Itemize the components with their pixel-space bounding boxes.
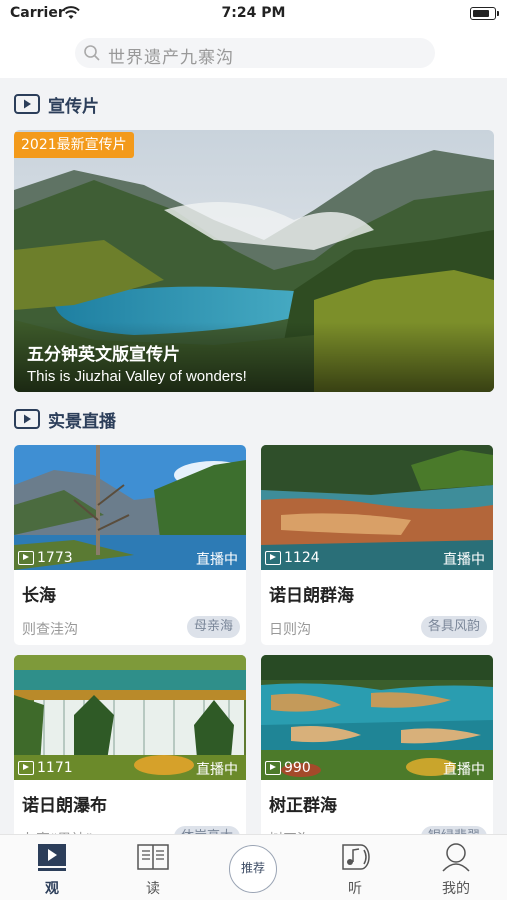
tab-label: 读	[146, 881, 160, 897]
battery-icon	[470, 7, 499, 20]
card-tag: 母亲海	[186, 616, 240, 638]
search-header: 世界遗产九寨沟	[0, 28, 507, 78]
tab-read[interactable]: 读	[113, 835, 193, 900]
card-title: 长海	[22, 586, 56, 606]
card-title: 诺日朗群海	[269, 586, 354, 606]
tab-label: 我的	[442, 881, 470, 897]
card-title: 诺日朗瀑布	[22, 796, 107, 816]
play-icon	[14, 94, 40, 114]
live-status: 直播中	[196, 552, 238, 568]
live-status: 直播中	[443, 552, 485, 568]
view-count: 990	[265, 759, 311, 777]
play-count-icon	[18, 761, 34, 775]
live-status: 直播中	[443, 762, 485, 778]
card-tag: 各具风韵	[420, 616, 487, 638]
live-card-nuorilang-waterfall[interactable]: 1171 直播中 诺日朗瀑布 九寨“男神” 休岸高大	[14, 655, 246, 855]
play-count-icon	[18, 551, 34, 565]
search-icon	[83, 44, 101, 62]
section-header-live: 实景直播	[14, 407, 116, 432]
promo-title: 五分钟英文版宣传片	[27, 345, 180, 365]
live-status: 直播中	[196, 762, 238, 778]
view-count: 1773	[18, 549, 73, 567]
section-title-live: 实景直播	[48, 411, 116, 432]
card-location: 则查洼沟	[22, 622, 78, 638]
view-count-value: 1124	[284, 550, 320, 566]
tab-label: 观	[45, 881, 59, 897]
promo-subtitle: This is Jiuzhai Valley of wonders!	[27, 368, 247, 385]
user-icon	[438, 841, 474, 873]
tab-mine[interactable]: 我的	[416, 835, 496, 900]
view-count: 1171	[18, 759, 73, 777]
clock: 7:24 PM	[221, 5, 286, 21]
live-card-shuzheng[interactable]: 990 直播中 树正群海 树正沟 银绿翡翠	[261, 655, 493, 855]
tab-listen[interactable]: 听	[315, 835, 395, 900]
section-header-promo: 宣传片	[14, 92, 99, 117]
play-icon	[14, 409, 40, 429]
view-count-value: 1773	[37, 550, 73, 566]
tab-bar: 观 读 推荐 听 我的	[0, 834, 507, 900]
book-icon	[135, 841, 171, 873]
tab-label: 听	[348, 881, 362, 897]
card-title: 树正群海	[269, 796, 337, 816]
music-icon	[337, 841, 373, 873]
live-card-changhai[interactable]: 1773 直播中 长海 则查洼沟 母亲海	[14, 445, 246, 645]
view-count-value: 1171	[37, 760, 73, 776]
card-location: 日则沟	[269, 622, 311, 638]
tab-watch[interactable]: 观	[12, 835, 92, 900]
tab-recommend[interactable]: 推荐	[229, 845, 277, 893]
section-title-promo: 宣传片	[48, 96, 99, 117]
live-card-nuorilang-lakes[interactable]: 1124 直播中 诺日朗群海 日则沟 各具风韵	[261, 445, 493, 645]
status-bar: Carrier 7:24 PM	[0, 0, 507, 28]
promo-video-card[interactable]: 2021最新宣传片 五分钟英文版宣传片 This is Jiuzhai Vall…	[14, 130, 494, 392]
view-count: 1124	[265, 549, 320, 567]
play-count-icon	[265, 761, 281, 775]
view-count-value: 990	[284, 760, 311, 776]
search-input[interactable]: 世界遗产九寨沟	[75, 38, 435, 68]
search-placeholder: 世界遗产九寨沟	[108, 48, 234, 68]
play-count-icon	[265, 551, 281, 565]
video-icon	[34, 841, 70, 873]
promo-badge: 2021最新宣传片	[14, 132, 134, 158]
